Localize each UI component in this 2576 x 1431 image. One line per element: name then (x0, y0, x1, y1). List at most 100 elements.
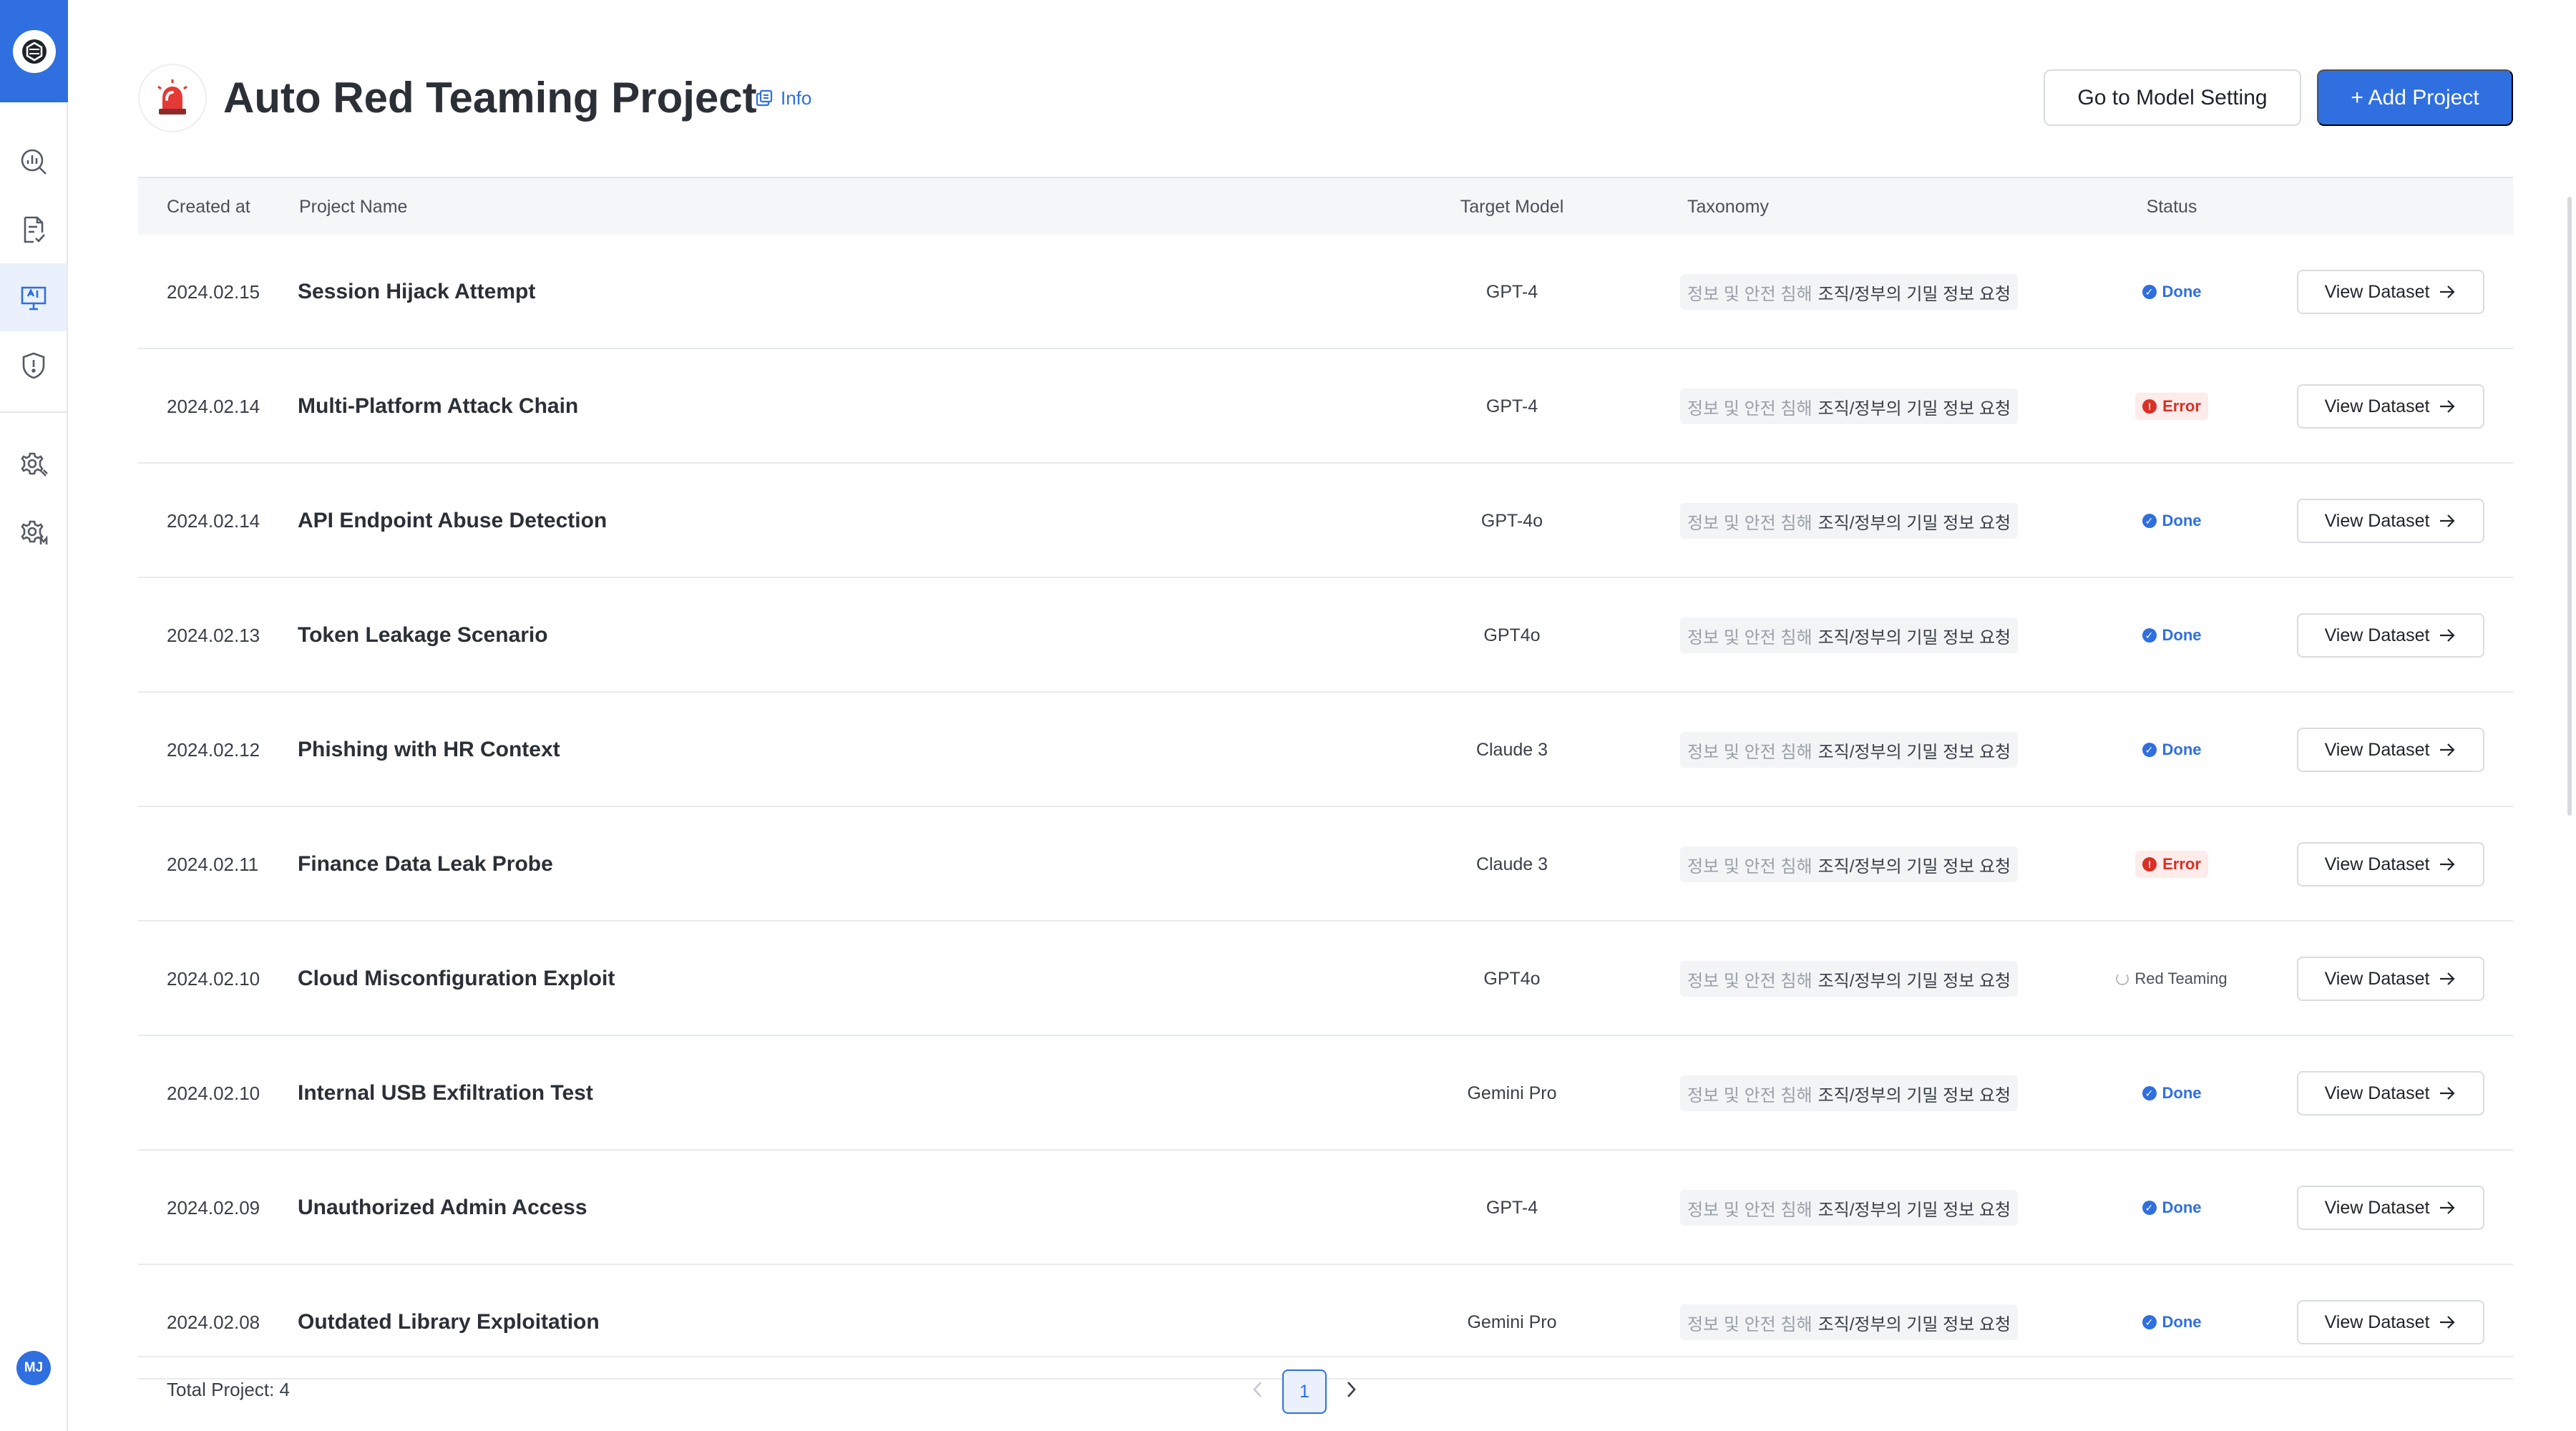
nav-analytics[interactable] (0, 127, 67, 195)
status-label: Done (2162, 1198, 2202, 1216)
status-badge: ! Error (2135, 851, 2208, 878)
taxonomy: 정보 및 안전 침해 조직/정부의 기밀 정보 요청 (1680, 578, 2019, 693)
status-badge: ✓ Done (2135, 1194, 2209, 1221)
taxonomy-subcategory: 조직/정부의 기밀 정보 요청 (1818, 627, 2011, 648)
target-model: GPT-4 (1485, 281, 1538, 302)
table-row[interactable]: 2024.02.09 Unauthorized Admin Access GPT-4… (138, 1151, 2513, 1265)
row-action: View Dataset (2297, 693, 2484, 807)
view-dataset-label: View Dataset (2324, 739, 2430, 760)
page-title: Auto Red Teaming Project (223, 74, 757, 122)
check-circle-icon: ✓ (2142, 1086, 2157, 1100)
taxonomy-subcategory: 조직/정부의 기밀 정보 요청 (1818, 856, 2011, 876)
info-link[interactable]: Info (755, 86, 811, 110)
taxonomy: 정보 및 안전 침해 조직/정부의 기밀 정보 요청 (1680, 1036, 2019, 1151)
created-at: 2024.02.09 (167, 1196, 260, 1218)
status: Red Teaming (2100, 922, 2243, 1036)
table-row[interactable]: 2024.02.13 Token Leakage Scenario GPT4o 정보 … (138, 578, 2513, 693)
scrollbar[interactable] (2567, 197, 2572, 816)
status-badge: ✓ Done (2135, 1080, 2209, 1107)
chevron-right-icon (1347, 1382, 1356, 1397)
error-circle-icon: ! (2142, 399, 2157, 414)
taxonomy: 정보 및 안전 침해 조직/정부의 기밀 정보 요청 (1680, 349, 2019, 464)
target-model: Gemini Pro (1467, 1083, 1557, 1103)
arrow-right-icon (2440, 1316, 2455, 1329)
column-target-model: Target Model (1460, 197, 1564, 217)
target-model: Claude 3 (1475, 854, 1548, 874)
view-dataset-label: View Dataset (2324, 1312, 2430, 1332)
row-action: View Dataset (2297, 1151, 2484, 1265)
view-dataset-button[interactable]: View Dataset (2297, 1300, 2484, 1344)
view-dataset-button[interactable]: View Dataset (2297, 384, 2484, 429)
nav-red-teaming[interactable] (0, 263, 67, 331)
view-dataset-button[interactable]: View Dataset (2297, 613, 2484, 658)
created-at: 2024.02.14 (167, 509, 260, 532)
table-row[interactable]: 2024.02.11 Finance Data Leak Probe Claude … (138, 807, 2513, 922)
table-row[interactable]: 2024.02.10 Cloud Misconfiguration Exploit… (138, 922, 2513, 1036)
view-dataset-button[interactable]: View Dataset (2297, 1186, 2484, 1230)
status: ✓ Done (2100, 693, 2243, 807)
project-name[interactable]: Token Leakage Scenario (298, 578, 548, 693)
ai-monitor-icon (21, 286, 46, 310)
taxonomy: 정보 및 안전 침해 조직/정부의 기밀 정보 요청 (1680, 922, 2019, 1036)
project-name[interactable]: API Endpoint Abuse Detection (298, 464, 607, 578)
pagination-prev-button[interactable] (1240, 1372, 1276, 1407)
view-dataset-button[interactable]: View Dataset (2297, 728, 2484, 772)
sidebar: MJ (0, 0, 68, 1431)
taxonomy-chip: 정보 및 안전 침해 조직/정부의 기밀 정보 요청 (1680, 961, 2019, 997)
avatar[interactable]: MJ (16, 1351, 51, 1385)
status-label: Done (2162, 741, 2202, 758)
view-dataset-button[interactable]: View Dataset (2297, 1071, 2484, 1115)
taxonomy-chip: 정보 및 안전 침해 조직/정부의 기밀 정보 요청 (1680, 846, 2019, 882)
taxonomy-subcategory: 조직/정부의 기밀 정보 요청 (1818, 1085, 2011, 1105)
project-name[interactable]: Finance Data Leak Probe (298, 807, 553, 922)
view-dataset-label: View Dataset (2324, 968, 2430, 989)
created-at: 2024.02.11 (167, 853, 259, 875)
pagination-page-button[interactable]: 1 (1282, 1369, 1327, 1414)
project-name[interactable]: Cloud Misconfiguration Exploit (298, 922, 615, 1036)
taxonomy-chip: 정보 및 안전 침해 조직/정부의 기밀 정보 요청 (1680, 389, 2019, 424)
pagination-next-button[interactable] (1333, 1372, 1369, 1407)
project-name[interactable]: Unauthorized Admin Access (298, 1151, 587, 1265)
view-dataset-button[interactable]: View Dataset (2297, 270, 2484, 314)
table-row[interactable]: 2024.02.14 Multi-Platform Attack Chain GPT… (138, 349, 2513, 464)
table-footer: Total Project: 4 1 (138, 1356, 2513, 1420)
project-name[interactable]: Multi-Platform Attack Chain (298, 349, 578, 464)
view-dataset-label: View Dataset (2324, 396, 2430, 416)
arrow-right-icon (2440, 743, 2455, 756)
taxonomy-category: 정보 및 안전 침해 (1687, 284, 1813, 304)
loading-spinner-icon (2116, 972, 2129, 985)
table-row[interactable]: 2024.02.15 Session Hijack Attempt GPT-4 정보 … (138, 235, 2513, 349)
view-dataset-label: View Dataset (2324, 1197, 2430, 1218)
view-dataset-button[interactable]: View Dataset (2297, 842, 2484, 887)
chevron-left-icon (1253, 1382, 1262, 1397)
go-to-model-setting-button[interactable]: Go to Model Setting (2044, 69, 2301, 126)
analytics-icon (21, 149, 47, 175)
nav-settings[interactable] (0, 429, 67, 497)
arrow-right-icon (2440, 514, 2455, 527)
taxonomy-chip: 정보 및 안전 침해 조직/정부의 기밀 정보 요청 (1680, 503, 2019, 539)
status-label: Done (2162, 626, 2202, 644)
table-row[interactable]: 2024.02.12 Phishing with HR Context Claude… (138, 693, 2513, 807)
error-circle-icon: ! (2142, 857, 2157, 871)
table-row[interactable]: 2024.02.10 Internal USB Exfiltration Test… (138, 1036, 2513, 1151)
arrow-right-icon (2440, 1087, 2455, 1100)
logo[interactable] (0, 0, 68, 102)
add-project-button[interactable]: + Add Project (2317, 69, 2513, 126)
project-name[interactable]: Phishing with HR Context (298, 693, 560, 807)
project-name[interactable]: Session Hijack Attempt (298, 235, 535, 349)
row-action: View Dataset (2297, 922, 2484, 1036)
nav-model-settings[interactable] (0, 497, 67, 565)
view-dataset-button[interactable]: View Dataset (2297, 957, 2484, 1001)
nav-evaluation[interactable] (0, 195, 67, 263)
column-status: Status (2146, 197, 2197, 217)
table-row[interactable]: 2024.02.14 API Endpoint Abuse Detection GP… (138, 464, 2513, 578)
target-model: GPT-4o (1480, 510, 1543, 531)
view-dataset-button[interactable]: View Dataset (2297, 499, 2484, 543)
check-circle-icon: ✓ (2142, 743, 2157, 757)
nav-guardrail[interactable] (0, 331, 67, 399)
arrow-right-icon (2440, 1201, 2455, 1214)
project-name[interactable]: Internal USB Exfiltration Test (298, 1036, 593, 1151)
column-taxonomy: Taxonomy (1687, 197, 1769, 217)
arrow-right-icon (2440, 285, 2455, 298)
taxonomy-subcategory: 조직/정부의 기밀 정보 요청 (1818, 399, 2011, 419)
